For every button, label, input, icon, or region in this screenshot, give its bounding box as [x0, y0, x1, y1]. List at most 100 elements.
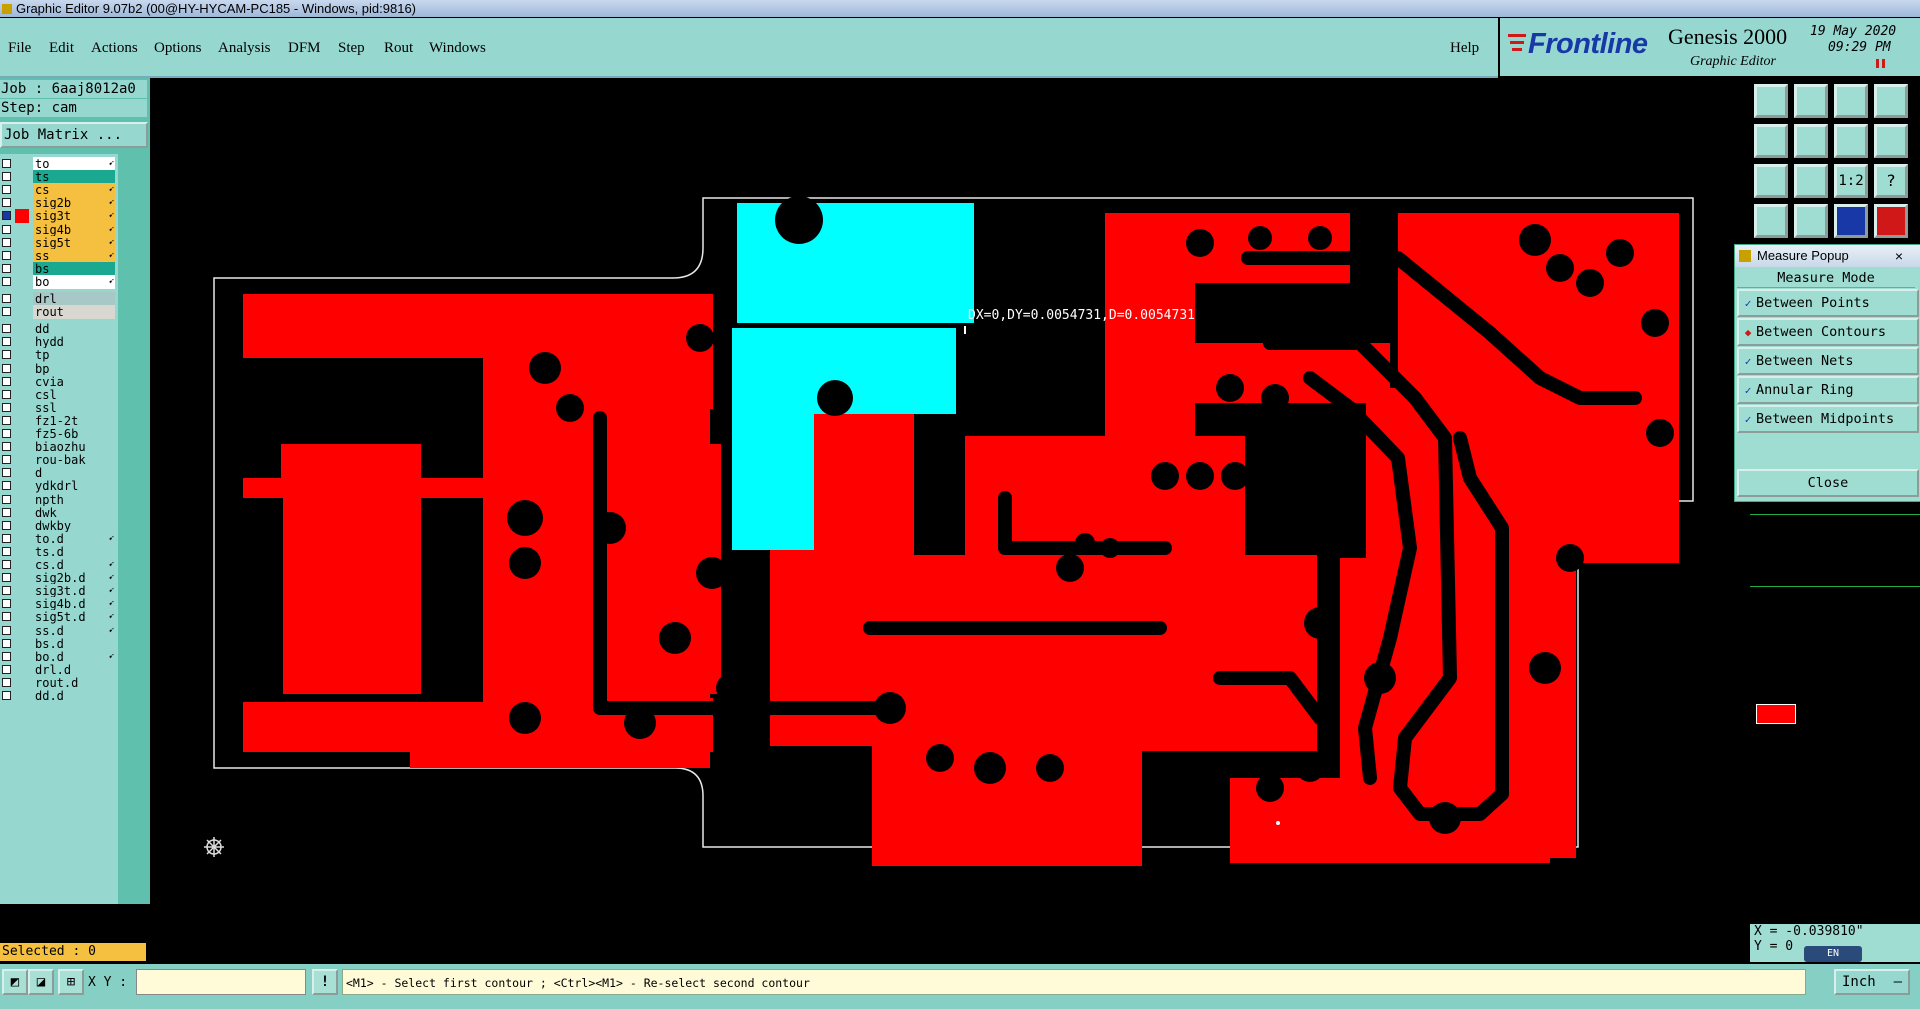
component-icon[interactable]: [1874, 204, 1908, 238]
layer-checkbox[interactable]: [2, 651, 11, 661]
net-icon[interactable]: [1834, 204, 1868, 238]
menu-analysis[interactable]: Analysis: [218, 40, 271, 57]
cloud-icon[interactable]: [1754, 204, 1788, 238]
layer-checkbox[interactable]: [2, 494, 11, 504]
layer-checkbox[interactable]: [2, 307, 11, 317]
menu-help[interactable]: Help: [1450, 40, 1479, 57]
layer-row[interactable]: bo ➹: [0, 274, 116, 290]
layer-checkbox[interactable]: [2, 507, 11, 517]
layer-checkbox[interactable]: [2, 664, 11, 674]
menu-step[interactable]: Step: [338, 40, 365, 57]
window-icon[interactable]: [1874, 84, 1908, 118]
layer-checkbox[interactable]: [2, 350, 11, 360]
xy-input[interactable]: [136, 969, 306, 995]
menu-actions[interactable]: Actions: [91, 40, 138, 57]
graphic-canvas[interactable]: DX=0,DY=0.0054731,D=0.0054731: [150, 78, 1748, 964]
layer-checkbox[interactable]: [2, 455, 11, 465]
layer-checkbox[interactable]: [2, 250, 11, 260]
layer-row[interactable]: rout: [0, 304, 116, 320]
menu-file[interactable]: File: [8, 40, 31, 57]
menu-rout[interactable]: Rout: [384, 40, 413, 57]
measure-close-button[interactable]: Close: [1737, 469, 1919, 497]
layer-checkbox[interactable]: [2, 185, 11, 195]
ratio-button[interactable]: 1:2: [1834, 164, 1868, 198]
layer-checkbox[interactable]: [2, 442, 11, 452]
measure-mode-header: Measure Mode: [1737, 269, 1915, 288]
layer-checkbox[interactable]: [2, 468, 11, 478]
layer-checkbox[interactable]: [2, 198, 11, 208]
menu-dfm[interactable]: DFM: [288, 40, 321, 57]
menu-edit[interactable]: Edit: [49, 40, 74, 57]
layer-checkbox[interactable]: [2, 172, 11, 182]
home-icon[interactable]: [1834, 84, 1868, 118]
layer-checkbox[interactable]: [2, 263, 11, 273]
layer-checkbox[interactable]: [2, 294, 11, 303]
app-icon: [2, 4, 12, 14]
layer-checkbox[interactable]: [2, 402, 11, 412]
radio-off-icon: ✓: [1744, 355, 1752, 368]
overview-thumbnail[interactable]: [1756, 704, 1796, 724]
grid-icon[interactable]: [1794, 204, 1828, 238]
layer-name[interactable]: rout: [33, 305, 115, 320]
mode-between-nets[interactable]: ✓ Between Nets: [1737, 347, 1919, 375]
layer-checkbox[interactable]: [2, 520, 11, 530]
layer-checkbox[interactable]: [2, 533, 11, 543]
mode-annular-ring[interactable]: ✓ Annular Ring: [1737, 376, 1919, 404]
layer-checkbox[interactable]: [2, 573, 11, 583]
job-matrix-button[interactable]: Job Matrix ...: [0, 122, 148, 148]
menu-bar: File Edit Actions Options Analysis DFM S…: [0, 18, 1498, 78]
layer-checkbox[interactable]: [2, 586, 11, 596]
menu-windows[interactable]: Windows: [429, 40, 486, 57]
layer-checkbox[interactable]: [2, 546, 11, 556]
measure-popup-titlebar[interactable]: Measure Popup ×: [1735, 245, 1920, 267]
layer-checkbox[interactable]: [2, 638, 11, 648]
mode-between-midpoints[interactable]: ✓ Between Midpoints: [1737, 405, 1919, 433]
mode-between-points[interactable]: ✓ Between Points: [1737, 289, 1919, 317]
grid-tool-icon[interactable]: ⊞: [58, 969, 84, 995]
layer-checkbox[interactable]: [2, 324, 11, 334]
layer-checkbox[interactable]: [2, 599, 11, 609]
draw-tool-icon[interactable]: ◪: [28, 969, 54, 995]
mode-label: Between Midpoints: [1756, 411, 1895, 427]
layer-checkbox[interactable]: [2, 237, 11, 247]
zoom-home-icon[interactable]: [1754, 84, 1788, 118]
layer-checkbox[interactable]: [2, 415, 11, 425]
layer-checkbox[interactable]: [2, 376, 11, 386]
layer-checkbox[interactable]: [2, 677, 11, 687]
zoom-back-icon[interactable]: [1794, 84, 1828, 118]
unit-selector[interactable]: Inch –: [1834, 969, 1910, 995]
snap-icon[interactable]: [1874, 124, 1908, 158]
layer-checkbox[interactable]: [2, 211, 11, 221]
layer-name[interactable]: dd.d: [33, 689, 115, 703]
pan-right-icon[interactable]: [1794, 124, 1828, 158]
ime-indicator[interactable]: EN: [1804, 946, 1862, 962]
layer-checkbox[interactable]: [2, 691, 11, 700]
menu-options[interactable]: Options: [154, 40, 202, 57]
alert-icon[interactable]: !: [312, 969, 338, 995]
mode-between-contours[interactable]: ◆ Between Contours: [1737, 318, 1919, 346]
layer-checkbox[interactable]: [2, 612, 11, 622]
layer-checkbox[interactable]: [2, 276, 11, 286]
zoom-in-icon[interactable]: [1754, 164, 1788, 198]
pan-left-icon[interactable]: [1754, 124, 1788, 158]
select-tool-icon[interactable]: ◩: [2, 969, 28, 995]
measure-popup-title: Measure Popup: [1757, 248, 1849, 263]
zoom-fit-icon[interactable]: [1834, 124, 1868, 158]
layer-checkbox[interactable]: [2, 429, 11, 438]
layer-checkbox[interactable]: [2, 224, 11, 234]
layer-checkbox[interactable]: [2, 363, 11, 373]
layer-list-margin: [118, 154, 150, 904]
layer-name[interactable]: bo ➹: [33, 274, 115, 289]
layer-checkbox[interactable]: [2, 560, 11, 569]
layer-checkbox[interactable]: [2, 389, 11, 399]
close-icon[interactable]: ×: [1885, 248, 1913, 264]
layer-row[interactable]: dd.d: [0, 688, 116, 704]
layer-checkbox[interactable]: [2, 625, 11, 635]
help-button[interactable]: ?: [1874, 164, 1908, 198]
zoom-out-icon[interactable]: [1794, 164, 1828, 198]
layer-checkbox[interactable]: [2, 159, 11, 168]
radio-off-icon: ✓: [1744, 413, 1752, 426]
tool-palette: 1:2 ?: [1748, 78, 1920, 964]
layer-checkbox[interactable]: [2, 481, 11, 491]
layer-checkbox[interactable]: [2, 337, 11, 347]
